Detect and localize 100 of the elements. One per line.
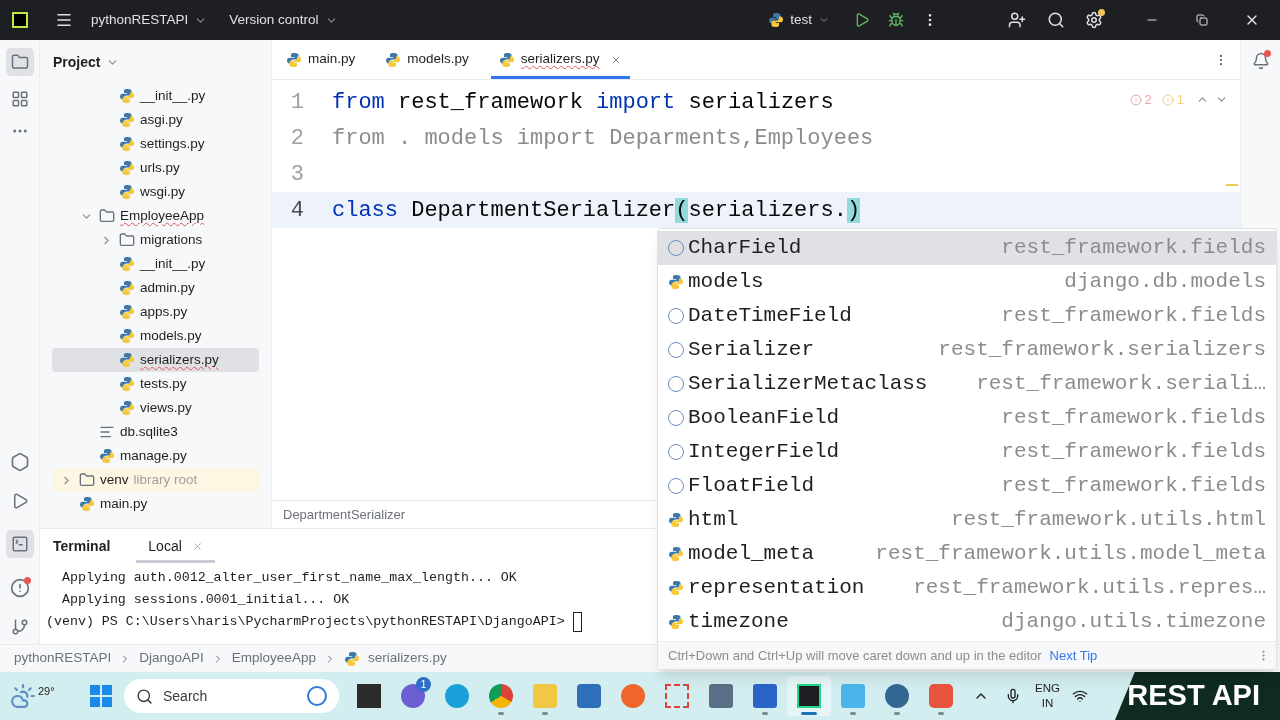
run-config-dropdown[interactable]: test: [768, 9, 830, 31]
completion-item[interactable]: timezone django.utils.timezone: [658, 605, 1276, 639]
debug-icon[interactable]: [888, 12, 904, 28]
line-number: 4: [289, 196, 305, 225]
editor-tab[interactable]: models.py: [377, 40, 477, 79]
terminal-cursor: [572, 612, 582, 632]
start-icon[interactable]: [90, 685, 112, 707]
tree-item[interactable]: asgi.py: [52, 108, 259, 132]
problems-icon[interactable]: [9, 578, 30, 598]
completion-item[interactable]: CharField rest_framework.fields: [658, 231, 1276, 265]
tree-item[interactable]: urls.py: [52, 156, 259, 180]
path-segment[interactable]: pythonRESTAPI: [14, 648, 112, 669]
tree-item[interactable]: main.py: [52, 492, 259, 516]
services-icon[interactable]: [9, 452, 30, 472]
terminal-tool-button[interactable]: [5, 530, 34, 558]
weather-icon[interactable]: [10, 683, 36, 709]
notification-badge: 1: [416, 677, 431, 692]
completion-item[interactable]: models django.db.models: [658, 265, 1276, 299]
notifications-icon[interactable]: [1251, 52, 1270, 70]
tree-item[interactable]: apps.py: [52, 300, 259, 324]
warning-stripe-mark: [1226, 184, 1238, 186]
python-file-icon: [119, 88, 135, 104]
tree-item[interactable]: views.py: [52, 396, 259, 420]
tree-item[interactable]: serializers.py: [52, 348, 259, 372]
file-name: urls.py: [140, 158, 180, 177]
file-name: views.py: [140, 398, 192, 417]
project-dropdown[interactable]: pythonRESTAPI: [91, 9, 208, 31]
tree-item[interactable]: EmployeeApp: [52, 204, 259, 228]
python-file-icon: [343, 650, 360, 667]
file-name: tests.py: [140, 374, 187, 393]
terminal-title: Terminal: [53, 536, 111, 556]
python-file-icon: [119, 328, 135, 344]
editor-tab[interactable]: main.py: [278, 40, 364, 79]
vcs-dropdown[interactable]: Version control: [229, 9, 338, 31]
line-number: 1: [289, 88, 305, 117]
menu-icon[interactable]: [55, 11, 73, 29]
tree-item[interactable]: venv library root: [52, 468, 259, 492]
file-name: venv: [100, 470, 129, 489]
terminal-tab[interactable]: Local: [136, 529, 215, 563]
tree-item[interactable]: __init__.py: [52, 84, 259, 108]
path-segment[interactable]: serializers.py: [367, 648, 447, 669]
python-file-icon: [498, 51, 515, 68]
completion-item[interactable]: SerializerMetaclass rest_framework.seriali…: [658, 367, 1276, 401]
structure-icon[interactable]: [10, 90, 29, 108]
panel-title[interactable]: Project: [53, 51, 101, 73]
python-file-icon: [119, 352, 135, 368]
completion-item[interactable]: IntegerField rest_framework.fields: [658, 435, 1276, 469]
line-number: 3: [289, 160, 305, 189]
completion-item[interactable]: model_meta rest_framework.utils.model_meta: [658, 537, 1276, 571]
tree-item[interactable]: settings.py: [52, 132, 259, 156]
code-text: from . models import Deparments,Employees: [332, 124, 874, 153]
file-name: settings.py: [140, 134, 205, 153]
python-file-icon: [119, 376, 135, 392]
run-icon[interactable]: [854, 12, 870, 28]
tree-item[interactable]: wsgi.py: [52, 180, 259, 204]
completion-item[interactable]: html rest_framework.utils.html: [658, 503, 1276, 537]
title-overlay: REST API: [1115, 672, 1280, 720]
tree-item[interactable]: manage.py: [52, 444, 259, 468]
language-indicator[interactable]: ENG IN: [1035, 681, 1060, 711]
tree-item[interactable]: __init__.py: [52, 252, 259, 276]
taskbar-app[interactable]: [787, 676, 831, 716]
restore-icon[interactable]: [1196, 14, 1208, 26]
search-field[interactable]: Search: [124, 679, 339, 713]
completion-item[interactable]: Serializer rest_framework.serializers: [658, 333, 1276, 367]
path-segment[interactable]: EmployeeApp: [231, 648, 316, 669]
tree-item[interactable]: db.sqlite3: [52, 420, 259, 444]
microphone-icon[interactable]: [1005, 688, 1021, 704]
editor-tab[interactable]: serializers.py: [490, 40, 630, 79]
file-name: models.py: [140, 326, 202, 345]
file-name: wsgi.py: [140, 182, 185, 201]
python-file-icon: [286, 51, 302, 68]
python-file-icon: [385, 51, 402, 68]
taskbar-app[interactable]: 1: [391, 676, 435, 716]
completion-item[interactable]: representation rest_framework.utils.repres…: [658, 571, 1276, 605]
project-tool-button[interactable]: [5, 48, 34, 76]
python-file-icon: [119, 400, 135, 416]
python-file-icon: [119, 184, 135, 200]
code-breadcrumb[interactable]: DepartmentSerializer: [283, 504, 406, 525]
add-user-icon[interactable]: [1008, 11, 1026, 29]
path-segment[interactable]: DjangoAPI: [139, 648, 204, 669]
wifi-icon[interactable]: [1071, 688, 1088, 704]
next-tip-link[interactable]: Next Tip: [1049, 645, 1098, 666]
python-file-icon: [119, 160, 135, 176]
python-file-icon: [119, 256, 135, 272]
search-icon[interactable]: [1047, 11, 1065, 29]
file-name: asgi.py: [140, 110, 183, 129]
tree-item[interactable]: admin.py: [52, 276, 259, 300]
file-name: serializers.py: [140, 350, 219, 369]
settings-icon[interactable]: [1085, 11, 1103, 29]
completion-item[interactable]: DateTimeField rest_framework.fields: [658, 299, 1276, 333]
python-module-icon: [668, 580, 684, 596]
tree-item[interactable]: models.py: [52, 324, 259, 348]
file-name: EmployeeApp: [120, 206, 205, 225]
tree-item[interactable]: migrations: [52, 228, 259, 252]
git-icon[interactable]: [10, 618, 29, 636]
tree-item[interactable]: tests.py: [52, 372, 259, 396]
terminal-icon: [10, 535, 29, 553]
python-file-icon: [79, 496, 95, 512]
completion-item[interactable]: FloatField rest_framework.fields: [658, 469, 1276, 503]
completion-item[interactable]: BooleanField rest_framework.fields: [658, 401, 1276, 435]
